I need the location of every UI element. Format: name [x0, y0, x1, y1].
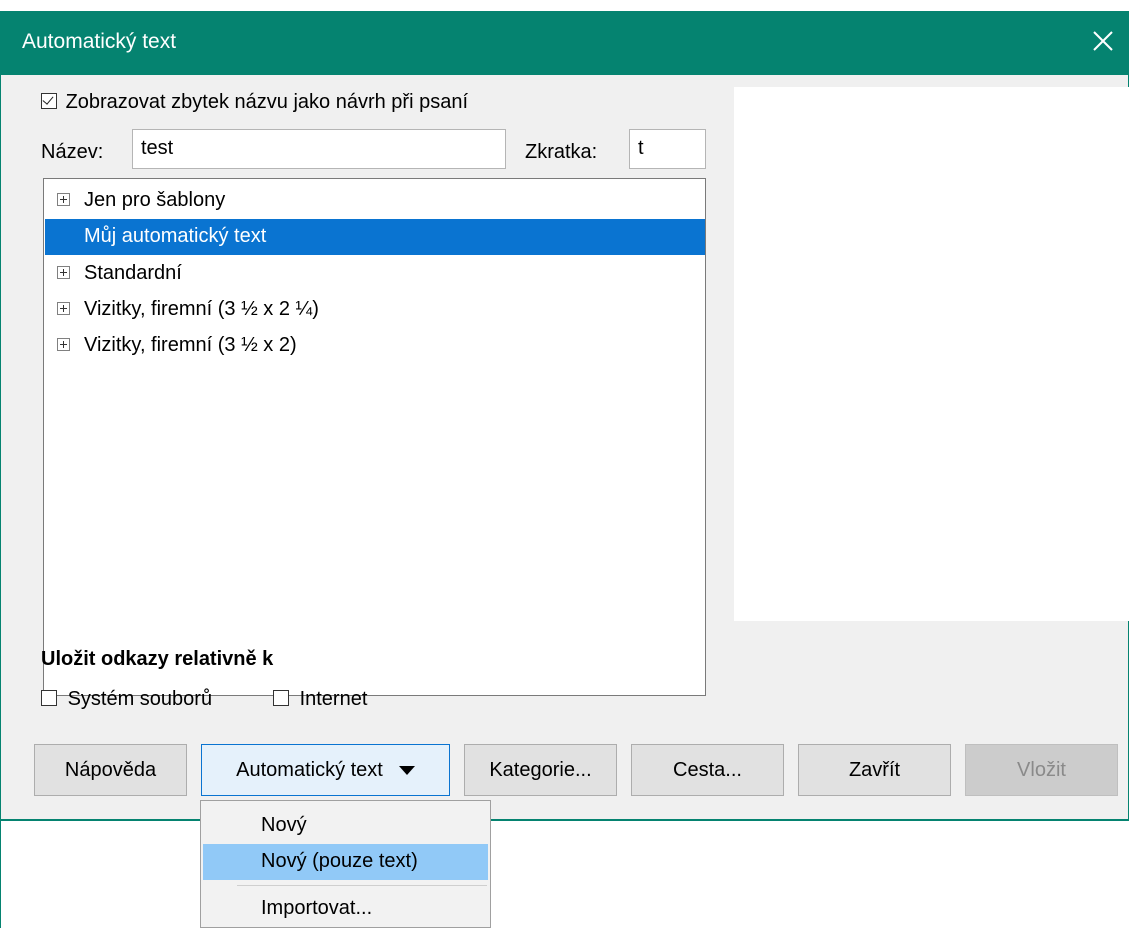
help-button[interactable]: Nápověda	[34, 744, 187, 796]
expand-plus-icon[interactable]	[57, 193, 70, 206]
background-area	[0, 821, 1129, 928]
insert-button[interactable]: Vložit	[965, 744, 1118, 796]
autotext-dropdown-menu: Nový Nový (pouze text) Importovat...	[200, 800, 491, 928]
tree-item-selected[interactable]: Můj automatický text	[45, 219, 705, 255]
close-button[interactable]: Zavřít	[798, 744, 951, 796]
title-bar: Automatický text	[0, 11, 1129, 75]
autotext-button-label: Automatický text	[236, 758, 383, 781]
filesystem-checkbox[interactable]	[41, 689, 57, 706]
categories-button[interactable]: Kategorie...	[464, 744, 617, 796]
internet-checkbox-row[interactable]: Internet	[273, 688, 367, 711]
filesystem-label: Systém souborů	[67, 688, 213, 710]
triangle-down-icon	[398, 765, 415, 775]
menu-item-label: Importovat...	[261, 897, 373, 919]
autotext-tree[interactable]: Jen pro šablony Můj automatický text Sta…	[43, 178, 706, 696]
path-button[interactable]: Cesta...	[631, 744, 784, 796]
close-button-label: Zavřít	[848, 758, 901, 781]
menu-separator	[237, 885, 487, 886]
autotext-menu-button[interactable]: Automatický text	[201, 744, 450, 796]
name-label: Název:	[41, 141, 104, 163]
suggest-checkbox[interactable]	[41, 92, 57, 109]
menu-item-new-text-only[interactable]: Nový (pouze text)	[203, 844, 488, 880]
suggest-checkbox-row[interactable]: Zobrazovat zbytek názvu jako návrh při p…	[41, 91, 468, 114]
suggest-label: Zobrazovat zbytek názvu jako návrh při p…	[65, 91, 468, 113]
categories-button-label: Kategorie...	[489, 758, 592, 781]
path-button-label: Cesta...	[673, 758, 742, 781]
tree-item-label: Můj automatický text	[84, 225, 267, 247]
tree-item-label: Vizitky, firemní (3 ½ x 2)	[84, 334, 297, 356]
internet-label: Internet	[299, 688, 368, 710]
menu-item-import[interactable]: Importovat...	[203, 891, 488, 927]
menu-item-label: Nový	[261, 814, 307, 836]
insert-button-label: Vložit	[1017, 758, 1066, 781]
expand-plus-icon[interactable]	[57, 302, 70, 315]
shortcut-label: Zkratka:	[525, 141, 598, 163]
name-field[interactable]: test	[132, 129, 506, 169]
close-window-button[interactable]	[1083, 21, 1123, 61]
tree-item[interactable]: Vizitky, firemní (3 ½ x 2 ¼)	[45, 292, 705, 328]
tree-item[interactable]: Vizitky, firemní (3 ½ x 2)	[45, 328, 705, 364]
expand-plus-icon[interactable]	[57, 266, 70, 279]
tree-item[interactable]: Standardní	[45, 256, 705, 292]
tree-item-label: Jen pro šablony	[84, 189, 226, 211]
help-button-label: Nápověda	[64, 758, 157, 781]
tree-item[interactable]: Jen pro šablony	[45, 183, 705, 219]
expand-plus-icon[interactable]	[57, 338, 70, 351]
internet-checkbox[interactable]	[273, 689, 289, 706]
tree-item-label: Standardní	[84, 262, 182, 284]
dialog-body: Zobrazovat zbytek názvu jako návrh při p…	[0, 75, 1129, 821]
tree-item-label: Vizitky, firemní (3 ½ x 2 ¼)	[84, 298, 319, 320]
shortcut-field[interactable]: t	[629, 129, 706, 169]
links-heading: Uložit odkazy relativně k	[41, 648, 274, 670]
menu-item-new[interactable]: Nový	[203, 808, 488, 844]
autotext-preview	[734, 87, 1129, 621]
menu-item-label: Nový (pouze text)	[261, 850, 418, 872]
close-icon	[1093, 31, 1113, 51]
filesystem-checkbox-row[interactable]: Systém souborů	[41, 688, 212, 711]
window-title: Automatický text	[22, 30, 177, 53]
